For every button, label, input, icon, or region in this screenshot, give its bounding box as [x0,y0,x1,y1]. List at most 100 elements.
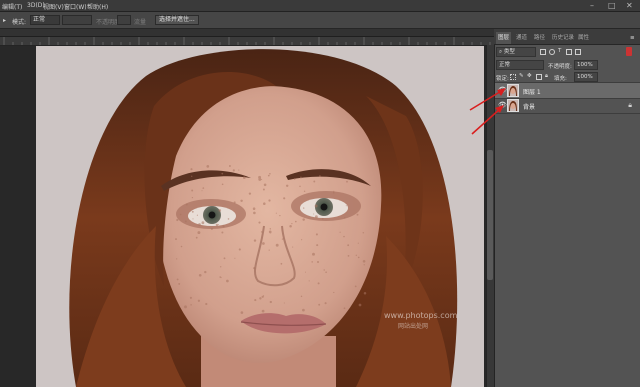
freckle [228,165,231,167]
ruler-ticks [3,37,491,45]
tab-paths[interactable]: 路径 [532,32,547,44]
freckle [240,199,243,203]
filter-pixel-icon[interactable] [540,49,546,55]
opacity-field[interactable] [117,15,131,25]
freckle [267,174,270,177]
freckle [238,248,241,251]
menu-window[interactable]: 窗口(W) [64,2,87,11]
freckle [206,165,210,168]
filter-toggle-icon[interactable] [626,47,632,56]
menu-help[interactable]: 帮助(H) [87,2,108,11]
tab-history[interactable]: 历史记录 [550,32,576,44]
blend-mode-select[interactable]: 正常 [496,60,544,70]
freckle [269,173,271,175]
menu-edit[interactable]: 编辑(T) [2,2,22,11]
freckle [262,295,265,297]
freckle [363,292,367,295]
freckle [201,190,203,192]
freckle [316,260,320,264]
lock-transparent-icon[interactable] [510,74,516,80]
close-icon[interactable]: ✕ [626,1,633,10]
lock-icon: 🔒︎ [628,101,632,109]
freckle [302,218,305,221]
fill-input[interactable]: 100% [574,72,598,82]
select-and-mask-button[interactable]: 选择并遮住... [155,15,199,25]
freckle [184,305,187,309]
freckle [345,205,347,207]
filter-smart-object-icon[interactable] [575,49,581,55]
freckle [303,207,305,209]
freckle [238,169,240,171]
freckle [198,223,201,226]
lock-artboard-icon[interactable] [536,74,542,80]
layer-row-background[interactable]: 👁︎ 背景 🔒︎ [495,98,640,113]
freckle [268,199,271,202]
freckle [263,202,266,205]
freckle [259,297,262,300]
freckle [354,285,357,288]
menu-view[interactable]: 视图(V) [43,2,64,11]
watermark-line-2: 网站出处网 [398,322,428,330]
tab-layers[interactable]: 图层 [496,32,512,44]
mode-extra-field[interactable] [62,15,92,25]
freckle [321,217,324,220]
freckle [299,185,301,188]
panel-menu-icon[interactable]: ≡ [628,32,637,44]
freckle [201,221,205,225]
freckle [205,302,208,306]
freckle [280,262,283,265]
fill-label: 填充: [554,76,567,82]
lock-all-icon[interactable]: 🔒︎ [545,73,548,80]
freckle [221,172,224,175]
freckle [315,233,318,236]
freckle [319,175,321,177]
freckle [248,192,252,195]
freckle [279,214,281,217]
opacity-input[interactable]: 100% [574,60,598,70]
freckle [356,213,359,216]
freckle [223,257,226,260]
freckle [176,258,178,260]
watermark-line-1: www.photops.com [384,311,458,320]
freckle [299,176,302,179]
freckle [318,303,321,306]
freckle [293,178,296,180]
freckle [303,190,306,192]
canvas-image[interactable]: www.photops.com 网站出处网 [36,46,484,387]
freckle [258,221,261,224]
filter-adjustment-icon[interactable] [549,49,555,55]
maximize-icon[interactable]: □ [608,1,616,10]
freckle [210,227,213,230]
filter-type-icon[interactable]: T [558,48,561,54]
scrollbar-thumb[interactable] [487,150,493,280]
lock-image-icon[interactable]: ✎ [519,73,524,79]
freckle [313,180,316,183]
tab-properties[interactable]: 属性 [576,32,591,44]
freckle [217,223,219,226]
layer-name: 图层 1 [523,89,541,96]
minimize-icon[interactable]: – [590,1,594,10]
freckle [347,255,350,257]
tab-channels[interactable]: 通道 [514,32,529,44]
freckle [339,231,341,233]
freckle [347,244,350,247]
freckle [357,256,360,259]
filter-shape-icon[interactable] [566,49,572,55]
lock-position-icon[interactable]: ✥ [527,73,532,79]
freckle [197,231,201,235]
freckle [269,231,272,234]
freckle [204,270,207,274]
freckle [292,246,294,248]
freckle [323,269,325,271]
options-bar: ▸ 模式: 正常 不透明度 流量 选择并遮住... [0,12,640,29]
freckle [191,175,193,177]
freckle [222,225,225,228]
layer-row-layer1[interactable]: 👁︎ 图层 1 [495,83,640,98]
freckle [263,183,267,187]
filter-kind-select[interactable]: ⌕ 类型 [496,47,536,57]
freckle [316,244,319,247]
freckle [189,296,192,299]
panel-tab-bar: 图层 通道 路径 历史记录 属性 ≡ [494,29,640,45]
mode-select[interactable]: 正常 [30,15,60,25]
freckle [221,231,224,234]
